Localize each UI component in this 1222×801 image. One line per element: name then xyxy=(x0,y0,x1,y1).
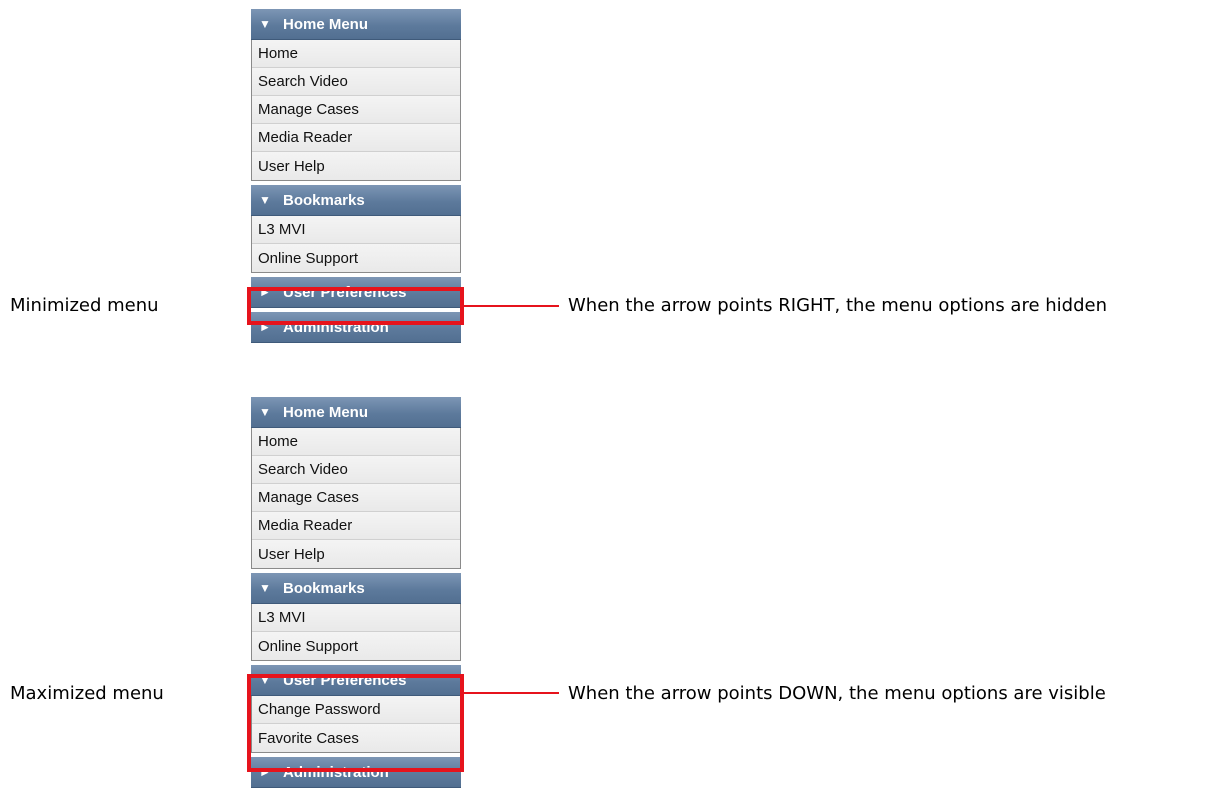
home-menu-items: Home Search Video Manage Cases Media Rea… xyxy=(251,40,461,181)
bookmarks-header[interactable]: ▼ Bookmarks xyxy=(251,573,461,604)
maximized-menu-label: Maximized menu xyxy=(10,683,164,704)
expanded-arrow-icon: ▼ xyxy=(259,581,271,595)
minimized-highlight-box xyxy=(247,287,464,325)
bookmarks-items: L3 MVI Online Support xyxy=(251,216,461,273)
home-menu-header[interactable]: ▼ Home Menu xyxy=(251,9,461,40)
home-menu-items: Home Search Video Manage Cases Media Rea… xyxy=(251,428,461,569)
expanded-arrow-icon: ▼ xyxy=(259,193,271,207)
menu-item-user-help[interactable]: User Help xyxy=(252,152,460,180)
minimized-note: When the arrow points RIGHT, the menu op… xyxy=(568,295,1107,316)
bookmarks-header[interactable]: ▼ Bookmarks xyxy=(251,185,461,216)
bookmarks-items: L3 MVI Online Support xyxy=(251,604,461,661)
menu-item-home[interactable]: Home xyxy=(252,428,460,456)
home-menu-header[interactable]: ▼ Home Menu xyxy=(251,397,461,428)
expanded-arrow-icon: ▼ xyxy=(259,17,271,31)
menu-item-search-video[interactable]: Search Video xyxy=(252,456,460,484)
section-title: Bookmarks xyxy=(283,191,365,209)
menu-item-l3-mvi[interactable]: L3 MVI xyxy=(252,604,460,632)
menu-item-search-video[interactable]: Search Video xyxy=(252,68,460,96)
section-title: Bookmarks xyxy=(283,579,365,597)
menu-item-online-support[interactable]: Online Support xyxy=(252,244,460,272)
menu-item-online-support[interactable]: Online Support xyxy=(252,632,460,660)
maximized-highlight-box xyxy=(247,674,464,772)
menu-item-media-reader[interactable]: Media Reader xyxy=(252,512,460,540)
menu-item-media-reader[interactable]: Media Reader xyxy=(252,124,460,152)
menu-item-manage-cases[interactable]: Manage Cases xyxy=(252,484,460,512)
menu-item-l3-mvi[interactable]: L3 MVI xyxy=(252,216,460,244)
minimized-connector-line xyxy=(464,305,559,307)
section-title: Home Menu xyxy=(283,403,369,421)
section-title: Home Menu xyxy=(283,15,369,33)
maximized-note: When the arrow points DOWN, the menu opt… xyxy=(568,683,1106,704)
menu-item-home[interactable]: Home xyxy=(252,40,460,68)
menu-item-manage-cases[interactable]: Manage Cases xyxy=(252,96,460,124)
menu-item-user-help[interactable]: User Help xyxy=(252,540,460,568)
expanded-arrow-icon: ▼ xyxy=(259,405,271,419)
minimized-menu-label: Minimized menu xyxy=(10,295,159,316)
maximized-connector-line xyxy=(464,692,559,694)
